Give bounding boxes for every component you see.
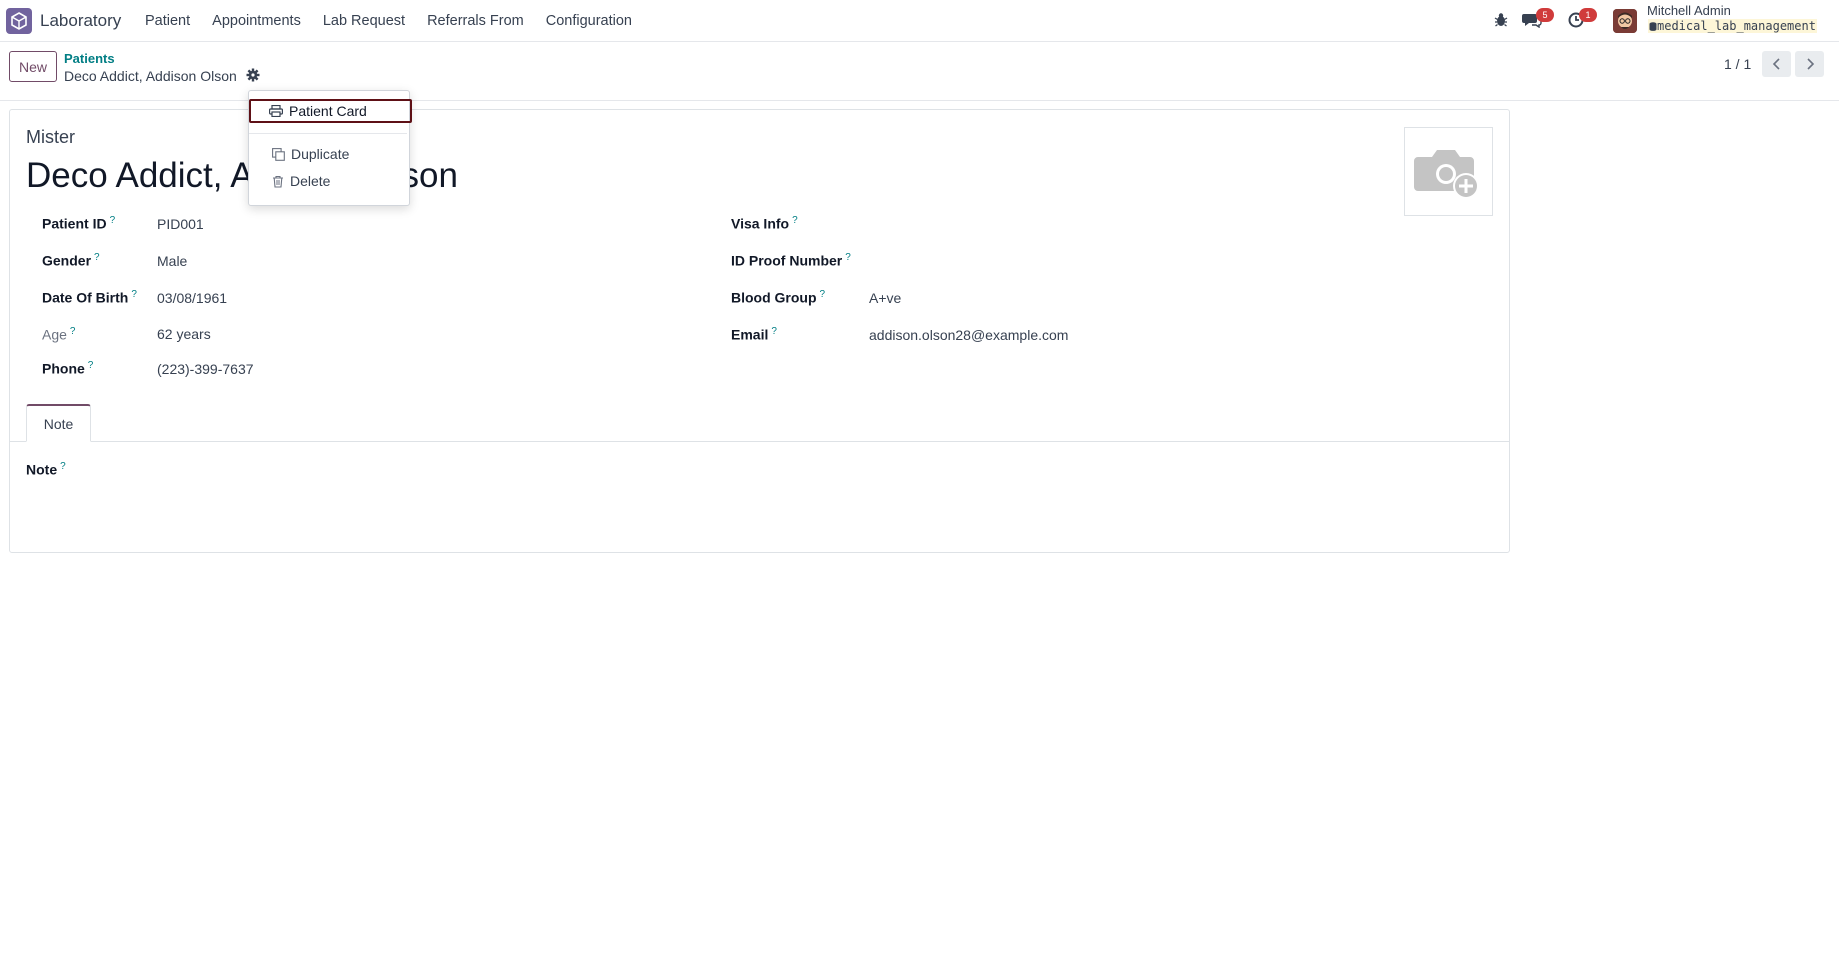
print-icon	[269, 105, 283, 117]
age-label: Age?	[42, 326, 76, 343]
date-of-birth-value[interactable]: 03/08/1961	[157, 290, 227, 306]
note-label: Note?	[26, 461, 66, 478]
menu-item-patient[interactable]: Patient	[145, 13, 190, 29]
database-label: medical_lab_management	[1657, 19, 1816, 33]
menu-item-appointments[interactable]: Appointments	[212, 13, 301, 29]
app-name[interactable]: Laboratory	[40, 11, 121, 31]
help-tooltip-icon[interactable]: ?	[110, 215, 116, 226]
patient-id-label: Patient ID?	[42, 215, 116, 232]
patient-card-label: Patient Card	[289, 103, 367, 119]
help-tooltip-icon[interactable]: ?	[771, 326, 777, 337]
duplicate-menu-item[interactable]: Duplicate	[272, 146, 349, 162]
delete-label: Delete	[290, 173, 331, 189]
trash-icon	[273, 175, 283, 188]
visa-info-label: Visa Info?	[731, 215, 798, 232]
gender-label: Gender?	[42, 252, 100, 269]
copy-icon	[272, 147, 285, 161]
messages-badge: 5	[1536, 8, 1554, 22]
menu-item-configuration[interactable]: Configuration	[546, 13, 632, 29]
phone-label: Phone?	[42, 360, 94, 377]
help-tooltip-icon[interactable]: ?	[70, 326, 76, 337]
help-tooltip-icon[interactable]: ?	[131, 289, 137, 300]
patient-image-field[interactable]	[1404, 127, 1493, 216]
user-name[interactable]: Mitchell Admin	[1647, 3, 1731, 18]
user-avatar[interactable]	[1613, 9, 1637, 33]
id-proof-number-label: ID Proof Number?	[731, 252, 851, 269]
help-tooltip-icon[interactable]: ?	[88, 360, 94, 371]
database-icon	[1649, 22, 1657, 31]
chevron-right-icon	[1806, 58, 1814, 70]
menu-item-lab-request[interactable]: Lab Request	[323, 13, 405, 29]
database-name: medical_lab_management	[1648, 19, 1817, 33]
pager-next-button[interactable]	[1795, 51, 1824, 77]
patient-id-value[interactable]: PID001	[157, 216, 204, 232]
patient-card-menu-item[interactable]: Patient Card	[249, 99, 412, 123]
camera-plus-icon	[1413, 149, 1479, 199]
help-tooltip-icon[interactable]: ?	[94, 252, 100, 263]
activities-badge: 1	[1579, 8, 1597, 22]
age-value: 62 years	[157, 326, 211, 342]
help-tooltip-icon[interactable]: ?	[820, 289, 826, 300]
gender-value[interactable]: Male	[157, 253, 187, 269]
email-value[interactable]: addison.olson28@example.com	[869, 327, 1068, 343]
apps-menu-icon[interactable]	[6, 8, 32, 34]
chevron-left-icon	[1772, 58, 1780, 70]
pager-value[interactable]: 1 / 1	[1724, 56, 1751, 72]
gear-icon[interactable]	[246, 68, 262, 84]
help-tooltip-icon[interactable]: ?	[792, 215, 798, 226]
pager-previous-button[interactable]	[1762, 51, 1791, 77]
breadcrumb-current-record: Deco Addict, Addison Olson	[64, 68, 237, 84]
main-menu: Patient Appointments Lab Request Referra…	[145, 13, 654, 29]
phone-value[interactable]: (223)-399-7637	[157, 361, 254, 377]
help-tooltip-icon[interactable]: ?	[60, 461, 66, 472]
delete-menu-item[interactable]: Delete	[272, 173, 330, 189]
new-button[interactable]: New	[9, 51, 57, 82]
blood-group-value[interactable]: A+ve	[869, 290, 901, 306]
title-prefix[interactable]: Mister	[26, 127, 75, 148]
duplicate-label: Duplicate	[291, 146, 350, 162]
email-label: Email?	[731, 326, 777, 343]
blood-group-label: Blood Group?	[731, 289, 826, 306]
help-tooltip-icon[interactable]: ?	[845, 252, 851, 263]
breadcrumb-patients-link[interactable]: Patients	[64, 51, 115, 66]
top-navbar: Laboratory Patient Appointments Lab Requ…	[0, 0, 1839, 42]
tab-note[interactable]: Note	[26, 404, 91, 442]
menu-item-referrals-from[interactable]: Referrals From	[427, 13, 524, 29]
date-of-birth-label: Date Of Birth?	[42, 289, 137, 306]
dropdown-separator	[249, 133, 407, 134]
tab-bar-line	[10, 441, 1509, 442]
debug-bug-icon[interactable]	[1494, 12, 1508, 33]
